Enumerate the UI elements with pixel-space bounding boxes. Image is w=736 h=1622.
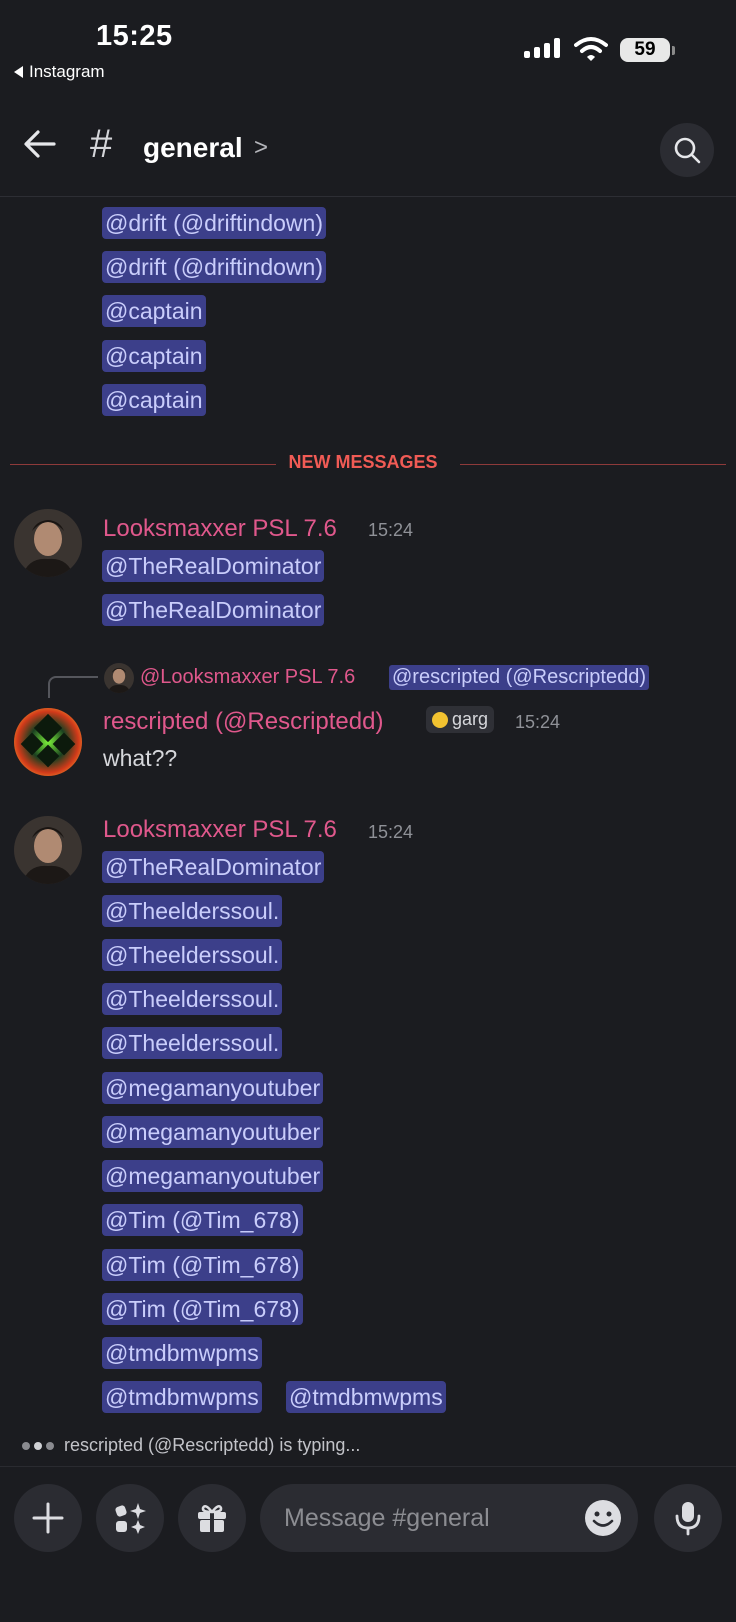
mention[interactable]: @tmdbmwpms (102, 1381, 262, 1413)
microphone-icon (675, 1502, 701, 1536)
mention[interactable]: @megamanyoutuber (102, 1072, 324, 1104)
chevron-right-icon[interactable]: > (254, 134, 268, 162)
new-messages-line-right (460, 464, 726, 465)
reply-avatar (104, 663, 134, 693)
search-icon (674, 137, 701, 164)
add-button[interactable] (14, 1484, 82, 1552)
mention[interactable]: @Tim (@Tim_678) (102, 1249, 303, 1281)
mention[interactable]: @drift (@driftindown) (102, 207, 326, 239)
mention[interactable]: @TheRealDominator (102, 550, 325, 582)
plus-icon (32, 1502, 64, 1534)
mention[interactable]: @megamanyoutuber (102, 1160, 324, 1192)
message-timestamp: 15:24 (368, 520, 414, 540)
avatar[interactable] (14, 816, 82, 884)
guild-tag-badge[interactable]: garg (426, 706, 495, 733)
mention[interactable]: @TheRealDominator (102, 851, 325, 883)
new-messages-line-left (10, 464, 276, 465)
mention[interactable]: @captain (102, 340, 206, 372)
typing-dots-icon (22, 1441, 54, 1450)
back-to-instagram[interactable]: Instagram (14, 62, 105, 82)
mention[interactable]: @Theelderssoul. (102, 983, 283, 1015)
cellular-signal-icon (524, 38, 560, 58)
message-username[interactable]: Looksmaxxer PSL 7.6 (103, 515, 337, 543)
reply-username[interactable]: @Looksmaxxer PSL 7.6 (140, 666, 355, 689)
mention[interactable]: @Tim (@Tim_678) (102, 1293, 303, 1325)
apps-icon (115, 1503, 146, 1534)
voice-message-button[interactable] (654, 1484, 722, 1552)
new-messages-divider: NEW MESSAGES (288, 452, 438, 472)
typing-indicator: rescripted (@Rescriptedd) is typing... (22, 1435, 360, 1456)
search-button[interactable] (660, 123, 714, 177)
mention[interactable]: @Theelderssoul. (102, 939, 283, 971)
message-timestamp: 15:24 (515, 712, 561, 732)
avatar[interactable] (14, 509, 82, 577)
apps-button[interactable] (96, 1484, 164, 1552)
message-input-placeholder: Message #general (284, 1504, 490, 1532)
reply-connector (48, 676, 98, 698)
gift-button[interactable] (178, 1484, 246, 1552)
header-divider (0, 196, 736, 197)
channel-title[interactable]: general (143, 132, 243, 164)
mention[interactable]: @Theelderssoul. (102, 895, 283, 927)
back-app-label: Instagram (29, 62, 105, 81)
message-username[interactable]: Looksmaxxer PSL 7.6 (103, 816, 337, 844)
message-username[interactable]: rescripted (@Rescriptedd) (103, 708, 383, 736)
reply-mention[interactable]: @rescripted (@Rescriptedd) (389, 665, 650, 690)
crown-icon (432, 711, 448, 728)
gift-icon (198, 1504, 226, 1532)
mention[interactable]: @tmdbmwpms (102, 1337, 262, 1369)
channel-hash-icon: # (90, 122, 113, 166)
message-text: what?? (103, 745, 178, 771)
mention[interactable]: @Tim (@Tim_678) (102, 1204, 303, 1236)
composer-divider (0, 1466, 736, 1467)
message-timestamp: 15:24 (368, 822, 414, 842)
wifi-icon (574, 37, 608, 61)
mention[interactable]: @Theelderssoul. (102, 1027, 283, 1059)
back-arrow-icon[interactable] (22, 128, 58, 160)
typing-text: rescripted (@Rescriptedd) is typing... (64, 1435, 361, 1455)
avatar[interactable] (14, 708, 82, 776)
guild-tag-label: garg (452, 709, 489, 729)
mention[interactable]: @captain (102, 295, 206, 327)
mention[interactable]: @drift (@driftindown) (102, 251, 326, 283)
mention[interactable]: @tmdbmwpms (286, 1381, 446, 1413)
mention[interactable]: @megamanyoutuber (102, 1116, 324, 1148)
status-time: 15:25 (96, 20, 173, 52)
emoji-icon[interactable] (584, 1499, 622, 1537)
battery-indicator: 59 (620, 38, 670, 62)
mention[interactable]: @TheRealDominator (102, 594, 325, 626)
back-triangle-icon (14, 66, 23, 78)
mention[interactable]: @captain (102, 384, 206, 416)
battery-tip (672, 46, 675, 55)
